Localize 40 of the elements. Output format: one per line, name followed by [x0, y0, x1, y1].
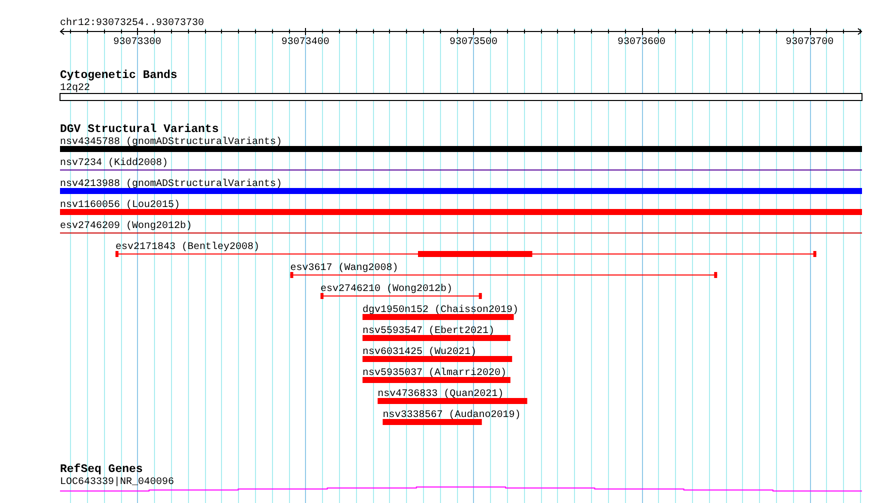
band-label: 12q22 — [60, 83, 90, 94]
track-title: DGV Structural Variants — [60, 123, 219, 136]
feature-label: nsv4736833 (Quan2021) — [378, 389, 504, 400]
feature-bar[interactable] — [60, 209, 862, 215]
tick-label: 93073400 — [281, 37, 330, 48]
feature-span[interactable] — [115, 251, 816, 257]
feature-label: nsv4213988 (gnomADStructuralVariants) — [60, 179, 282, 190]
feature-label: esv2746209 (Wong2012b) — [60, 221, 192, 232]
track-title: RefSeq Genes — [60, 463, 143, 476]
feature-label: dgv1950n152 (Chaisson2019) — [362, 305, 519, 316]
tick-label: 93073500 — [449, 37, 498, 48]
feature-label: esv2171843 (Bentley2008) — [115, 242, 260, 253]
feature-label: esv2746210 (Wong2012b) — [320, 284, 453, 295]
feature-label: nsv5935037 (Almarri2020) — [362, 368, 507, 379]
feature-span[interactable] — [320, 293, 482, 299]
feature-bar[interactable] — [362, 356, 512, 362]
cytoband-bar[interactable] — [60, 93, 862, 101]
tick-label: 93073600 — [618, 37, 666, 48]
feature-bar[interactable] — [60, 146, 862, 152]
feature-span[interactable] — [290, 272, 718, 278]
feature-label: nsv6031425 (Wu2021) — [362, 347, 477, 358]
location-label: chr12:93073254..93073730 — [60, 18, 204, 29]
feature-bar[interactable] — [362, 377, 510, 383]
feature-label: nsv4345788 (gnomADStructuralVariants) — [60, 137, 282, 148]
tick-label: 93073300 — [113, 37, 162, 48]
feature-line[interactable] — [60, 232, 862, 234]
track-title: Cytogenetic Bands — [60, 69, 178, 82]
feature-label: nsv7234 (Kidd2008) — [60, 158, 168, 169]
feature-bar[interactable] — [382, 419, 482, 425]
feature-bar[interactable] — [378, 398, 528, 404]
feature-bar[interactable] — [60, 188, 862, 194]
feature-label: nsv1160056 (Lou2015) — [60, 200, 180, 211]
tick-label: 93073700 — [786, 37, 834, 48]
gene-label: LOC643339|NR_040096 — [60, 477, 174, 488]
feature-label: esv3617 (Wang2008) — [290, 263, 398, 274]
feature-bar[interactable] — [362, 335, 510, 341]
feature-label: nsv5593547 (Ebert2021) — [362, 326, 495, 337]
feature-bar[interactable] — [362, 314, 514, 320]
feature-label: nsv3338567 (Audano2019) — [382, 410, 521, 421]
gene-line[interactable] — [60, 486, 862, 492]
